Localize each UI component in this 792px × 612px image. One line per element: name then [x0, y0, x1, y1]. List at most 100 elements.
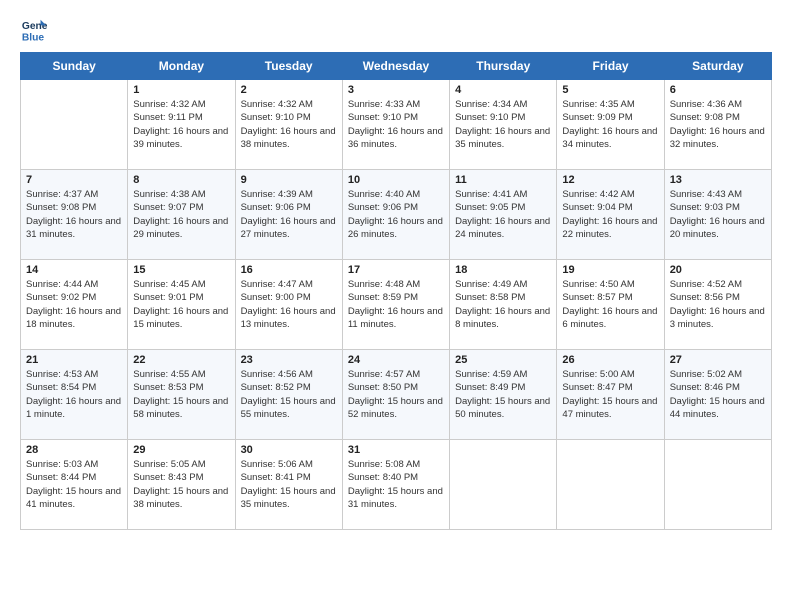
logo: General Blue [20, 16, 48, 44]
day-number: 4 [455, 84, 551, 96]
calendar-cell: 12Sunrise: 4:42 AMSunset: 9:04 PMDayligh… [557, 170, 664, 260]
day-number: 17 [348, 264, 444, 276]
weekday-header-wednesday: Wednesday [342, 53, 449, 80]
calendar-cell [21, 80, 128, 170]
calendar-cell: 9 Sunrise: 4:39 AMSunset: 9:06 PMDaylight… [235, 170, 342, 260]
sun-info: Sunrise: 5:05 AMSunset: 8:43 PMDaylight:… [133, 458, 229, 511]
calendar-cell: 13 Sunrise: 4:43 AMSunset: 9:03 PMDayligh… [664, 170, 771, 260]
calendar-body: 1 Sunrise: 4:32 AMSunset: 9:11 PMDaylight… [21, 80, 772, 530]
calendar-cell: 16Sunrise: 4:47 AMSunset: 9:00 PMDayligh… [235, 260, 342, 350]
weekday-header-friday: Friday [557, 53, 664, 80]
sun-info: Sunrise: 4:55 AMSunset: 8:53 PMDaylight:… [133, 368, 229, 421]
weekday-header-saturday: Saturday [664, 53, 771, 80]
sun-info: Sunrise: 4:39 AMSunset: 9:06 PMDaylight:… [241, 188, 337, 241]
day-number: 15 [133, 264, 229, 276]
sun-info: Sunrise: 4:45 AMSunset: 9:01 PMDaylight:… [133, 278, 229, 331]
calendar-cell [557, 440, 664, 530]
calendar-cell: 26 Sunrise: 5:00 AMSunset: 8:47 PMDayligh… [557, 350, 664, 440]
calendar-cell: 11 Sunrise: 4:41 AMSunset: 9:05 PMDayligh… [450, 170, 557, 260]
sun-info: Sunrise: 5:06 AMSunset: 8:41 PMDaylight:… [241, 458, 337, 511]
day-number: 24 [348, 354, 444, 366]
sun-info: Sunrise: 4:38 AMSunset: 9:07 PMDaylight:… [133, 188, 229, 241]
calendar-week-3: 14 Sunrise: 4:44 AMSunset: 9:02 PMDayligh… [21, 260, 772, 350]
calendar-week-4: 21Sunrise: 4:53 AMSunset: 8:54 PMDayligh… [21, 350, 772, 440]
weekday-header-thursday: Thursday [450, 53, 557, 80]
day-number: 11 [455, 174, 551, 186]
day-number: 2 [241, 84, 337, 96]
calendar-cell: 10Sunrise: 4:40 AMSunset: 9:06 PMDayligh… [342, 170, 449, 260]
calendar-cell: 4 Sunrise: 4:34 AMSunset: 9:10 PMDaylight… [450, 80, 557, 170]
calendar-cell: 8 Sunrise: 4:38 AMSunset: 9:07 PMDaylight… [128, 170, 235, 260]
day-number: 25 [455, 354, 551, 366]
calendar-header: SundayMondayTuesdayWednesdayThursdayFrid… [21, 53, 772, 80]
sun-info: Sunrise: 4:44 AMSunset: 9:02 PMDaylight:… [26, 278, 122, 331]
day-number: 5 [562, 84, 658, 96]
calendar-cell: 17Sunrise: 4:48 AMSunset: 8:59 PMDayligh… [342, 260, 449, 350]
day-number: 27 [670, 354, 766, 366]
calendar-cell: 19 Sunrise: 4:50 AMSunset: 8:57 PMDayligh… [557, 260, 664, 350]
calendar-week-2: 7 Sunrise: 4:37 AMSunset: 9:08 PMDaylight… [21, 170, 772, 260]
sun-info: Sunrise: 4:32 AMSunset: 9:10 PMDaylight:… [241, 98, 337, 151]
sun-info: Sunrise: 4:57 AMSunset: 8:50 PMDaylight:… [348, 368, 444, 421]
logo-icon: General Blue [20, 16, 48, 44]
calendar-cell: 31Sunrise: 5:08 AMSunset: 8:40 PMDayligh… [342, 440, 449, 530]
day-number: 7 [26, 174, 122, 186]
sun-info: Sunrise: 4:43 AMSunset: 9:03 PMDaylight:… [670, 188, 766, 241]
sun-info: Sunrise: 4:53 AMSunset: 8:54 PMDaylight:… [26, 368, 122, 421]
sun-info: Sunrise: 5:00 AMSunset: 8:47 PMDaylight:… [562, 368, 658, 421]
day-number: 13 [670, 174, 766, 186]
sun-info: Sunrise: 4:59 AMSunset: 8:49 PMDaylight:… [455, 368, 551, 421]
day-number: 9 [241, 174, 337, 186]
header: General Blue [20, 16, 772, 44]
page-container: General Blue SundayMondayTuesdayWednesda… [20, 16, 772, 530]
sun-info: Sunrise: 4:50 AMSunset: 8:57 PMDaylight:… [562, 278, 658, 331]
calendar-cell: 1 Sunrise: 4:32 AMSunset: 9:11 PMDaylight… [128, 80, 235, 170]
sun-info: Sunrise: 4:49 AMSunset: 8:58 PMDaylight:… [455, 278, 551, 331]
sun-info: Sunrise: 4:34 AMSunset: 9:10 PMDaylight:… [455, 98, 551, 151]
sun-info: Sunrise: 4:42 AMSunset: 9:04 PMDaylight:… [562, 188, 658, 241]
calendar-cell: 22Sunrise: 4:55 AMSunset: 8:53 PMDayligh… [128, 350, 235, 440]
sun-info: Sunrise: 4:37 AMSunset: 9:08 PMDaylight:… [26, 188, 122, 241]
calendar-cell: 30 Sunrise: 5:06 AMSunset: 8:41 PMDayligh… [235, 440, 342, 530]
calendar-cell: 3 Sunrise: 4:33 AMSunset: 9:10 PMDaylight… [342, 80, 449, 170]
calendar-cell: 21Sunrise: 4:53 AMSunset: 8:54 PMDayligh… [21, 350, 128, 440]
sun-info: Sunrise: 4:47 AMSunset: 9:00 PMDaylight:… [241, 278, 337, 331]
calendar-cell: 6 Sunrise: 4:36 AMSunset: 9:08 PMDaylight… [664, 80, 771, 170]
day-number: 19 [562, 264, 658, 276]
day-number: 1 [133, 84, 229, 96]
sun-info: Sunrise: 5:03 AMSunset: 8:44 PMDaylight:… [26, 458, 122, 511]
day-number: 30 [241, 444, 337, 456]
calendar-cell: 24 Sunrise: 4:57 AMSunset: 8:50 PMDayligh… [342, 350, 449, 440]
day-number: 28 [26, 444, 122, 456]
day-number: 26 [562, 354, 658, 366]
day-number: 6 [670, 84, 766, 96]
sun-info: Sunrise: 4:35 AMSunset: 9:09 PMDaylight:… [562, 98, 658, 151]
calendar-week-5: 28 Sunrise: 5:03 AMSunset: 8:44 PMDayligh… [21, 440, 772, 530]
day-number: 29 [133, 444, 229, 456]
calendar-cell: 23 Sunrise: 4:56 AMSunset: 8:52 PMDayligh… [235, 350, 342, 440]
weekday-header-row: SundayMondayTuesdayWednesdayThursdayFrid… [21, 53, 772, 80]
calendar-cell: 28 Sunrise: 5:03 AMSunset: 8:44 PMDayligh… [21, 440, 128, 530]
sun-info: Sunrise: 4:56 AMSunset: 8:52 PMDaylight:… [241, 368, 337, 421]
calendar-cell: 25 Sunrise: 4:59 AMSunset: 8:49 PMDayligh… [450, 350, 557, 440]
sun-info: Sunrise: 4:36 AMSunset: 9:08 PMDaylight:… [670, 98, 766, 151]
sun-info: Sunrise: 4:32 AMSunset: 9:11 PMDaylight:… [133, 98, 229, 151]
calendar-cell: 7 Sunrise: 4:37 AMSunset: 9:08 PMDaylight… [21, 170, 128, 260]
sun-info: Sunrise: 4:52 AMSunset: 8:56 PMDaylight:… [670, 278, 766, 331]
sun-info: Sunrise: 4:41 AMSunset: 9:05 PMDaylight:… [455, 188, 551, 241]
day-number: 31 [348, 444, 444, 456]
calendar-cell [664, 440, 771, 530]
calendar-cell: 20Sunrise: 4:52 AMSunset: 8:56 PMDayligh… [664, 260, 771, 350]
weekday-header-tuesday: Tuesday [235, 53, 342, 80]
calendar-cell: 14 Sunrise: 4:44 AMSunset: 9:02 PMDayligh… [21, 260, 128, 350]
svg-text:Blue: Blue [22, 32, 45, 43]
calendar-table: SundayMondayTuesdayWednesdayThursdayFrid… [20, 52, 772, 530]
day-number: 8 [133, 174, 229, 186]
sun-info: Sunrise: 4:33 AMSunset: 9:10 PMDaylight:… [348, 98, 444, 151]
weekday-header-sunday: Sunday [21, 53, 128, 80]
day-number: 23 [241, 354, 337, 366]
day-number: 14 [26, 264, 122, 276]
calendar-cell [450, 440, 557, 530]
day-number: 3 [348, 84, 444, 96]
calendar-cell: 2 Sunrise: 4:32 AMSunset: 9:10 PMDaylight… [235, 80, 342, 170]
